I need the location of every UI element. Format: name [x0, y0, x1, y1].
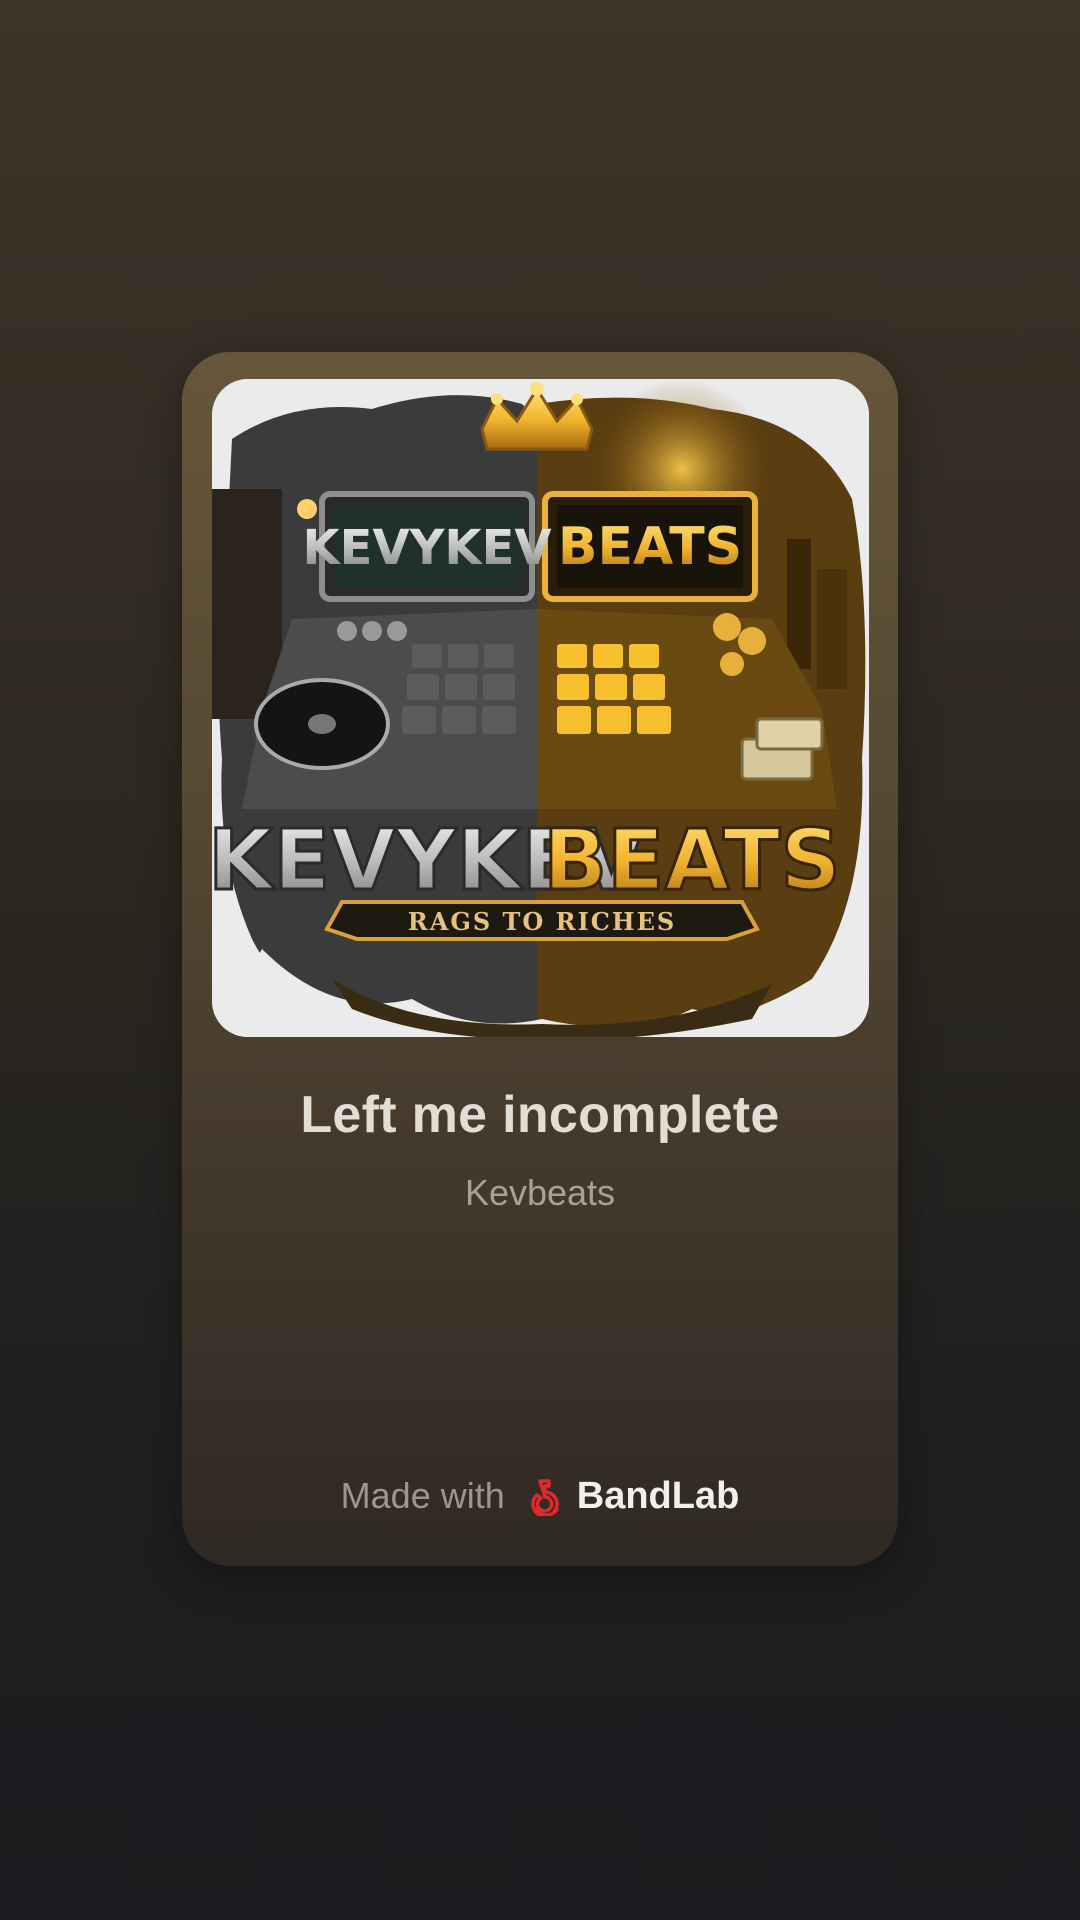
- made-with-footer: Made with BandLab: [182, 1469, 898, 1523]
- bandlab-logo-icon: [530, 1479, 559, 1516]
- bandlab-brand[interactable]: BandLab: [527, 1474, 740, 1518]
- cover-art[interactable]: KEVYKEV BEATS KEVYKEV BEATS RAGS TO RICH…: [212, 379, 869, 1037]
- artist-name[interactable]: Kevbeats: [182, 1172, 898, 1214]
- track-title: Left me incomplete: [300, 1086, 780, 1144]
- cover-logo-right-text: BEATS: [543, 811, 841, 909]
- cover-screen-right-text: BEATS: [558, 517, 742, 577]
- made-with-label: Made with: [340, 1475, 505, 1516]
- bandlab-brand-name: BandLab: [576, 1474, 740, 1517]
- track-card: KEVYKEV BEATS KEVYKEV BEATS RAGS TO RICH…: [182, 352, 898, 1566]
- cover-tagline-text: RAGS TO RICHES: [408, 907, 676, 936]
- cover-screen-left-text: KEVYKEV: [302, 520, 551, 576]
- cover-art-image: KEVYKEV BEATS KEVYKEV BEATS RAGS TO RICH…: [212, 379, 869, 1037]
